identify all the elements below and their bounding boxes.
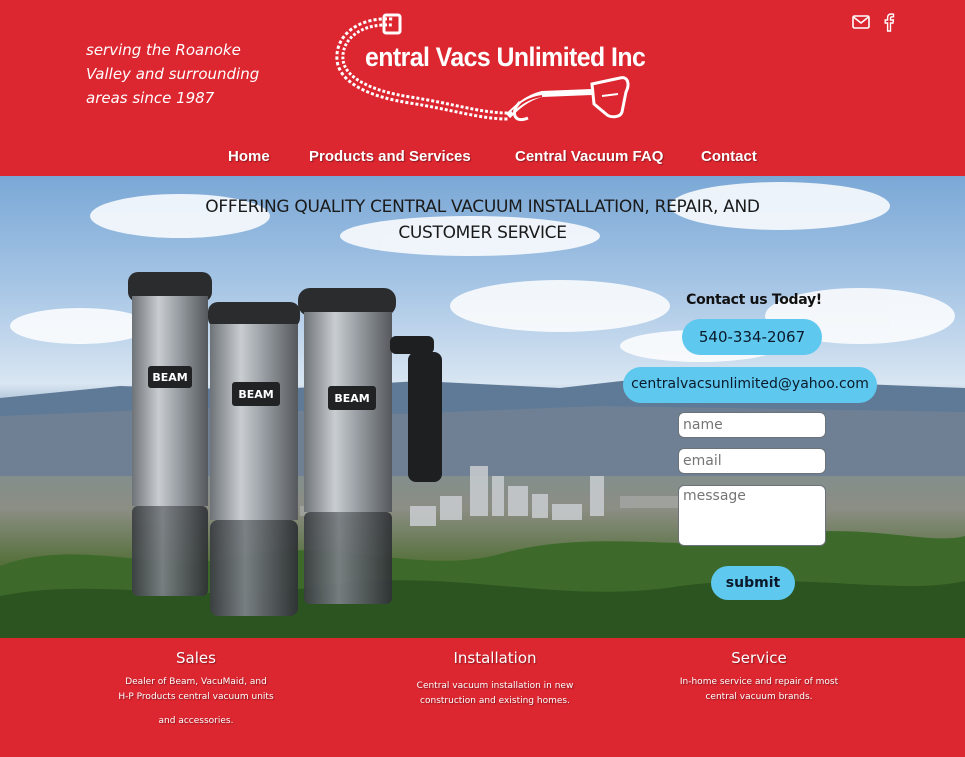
service-column: Service In-home service and repair of mo… xyxy=(659,649,859,705)
message-input[interactable] xyxy=(678,485,826,546)
sales-text: and accessories. xyxy=(158,716,234,726)
vacuum-unit-right xyxy=(298,288,442,604)
sales-text: H-P Products central vacuum units xyxy=(118,692,274,702)
headline-line: CUSTOMER SERVICE xyxy=(398,223,567,243)
logo-text: entral Vacs Unlimited Inc xyxy=(365,42,646,72)
social-icons xyxy=(851,12,899,32)
installation-column: Installation Central vacuum installation… xyxy=(395,649,595,709)
beam-vacuum-units-image: BEAM BEAM BEAM xyxy=(128,272,442,616)
tagline-line: Valley and surrounding xyxy=(86,65,260,83)
installation-text: construction and existing homes. xyxy=(420,696,570,706)
mail-icon[interactable] xyxy=(851,12,871,32)
nav-products-and-services[interactable]: Products and Services xyxy=(309,148,471,165)
headline-line: OFFERING QUALITY CENTRAL VACUUM INSTALLA… xyxy=(205,197,760,217)
brand-label: BEAM xyxy=(334,392,369,405)
hero-section: OFFERING QUALITY CENTRAL VACUUM INSTALLA… xyxy=(0,176,965,638)
service-title: Service xyxy=(731,649,787,667)
vacuum-unit-left xyxy=(128,272,212,596)
email-button[interactable]: centralvacsunlimited@yahoo.com xyxy=(623,367,877,403)
vacuum-unit-center xyxy=(208,302,300,616)
nav-central-vacuum-faq[interactable]: Central Vacuum FAQ xyxy=(515,148,663,165)
main-nav: Home Products and Services Central Vacuu… xyxy=(0,148,965,172)
tagline-line: serving the Roanoke xyxy=(86,41,241,59)
brand-label: BEAM xyxy=(238,388,273,401)
installation-title: Installation xyxy=(453,649,537,667)
submit-button[interactable]: submit xyxy=(711,566,795,600)
service-text: central vacuum brands. xyxy=(705,692,813,702)
sales-column: Sales Dealer of Beam, VacuMaid, and H-P … xyxy=(96,649,296,729)
hero-headline: OFFERING QUALITY CENTRAL VACUUM INSTALLA… xyxy=(0,194,965,246)
facebook-icon[interactable] xyxy=(879,12,899,32)
nav-home[interactable]: Home xyxy=(228,148,270,165)
installation-text: Central vacuum installation in new xyxy=(416,681,574,691)
name-input[interactable] xyxy=(678,412,826,438)
services-footer: Sales Dealer of Beam, VacuMaid, and H-P … xyxy=(0,638,965,757)
service-text: In-home service and repair of most xyxy=(679,677,839,687)
contact-title: Contact us Today! xyxy=(686,292,822,308)
site-logo[interactable]: entral Vacs Unlimited Inc xyxy=(330,12,646,130)
email-input[interactable] xyxy=(678,448,826,474)
site-header: serving the Roanoke Valley and surroundi… xyxy=(0,0,965,176)
brand-label: BEAM xyxy=(152,371,187,384)
nav-contact[interactable]: Contact xyxy=(701,148,757,165)
tagline-line: areas since 1987 xyxy=(86,89,215,107)
sales-title: Sales xyxy=(176,649,216,667)
sales-text: Dealer of Beam, VacuMaid, and xyxy=(125,677,267,687)
tagline: serving the Roanoke Valley and surroundi… xyxy=(86,38,286,110)
phone-button[interactable]: 540-334-2067 xyxy=(682,319,822,355)
